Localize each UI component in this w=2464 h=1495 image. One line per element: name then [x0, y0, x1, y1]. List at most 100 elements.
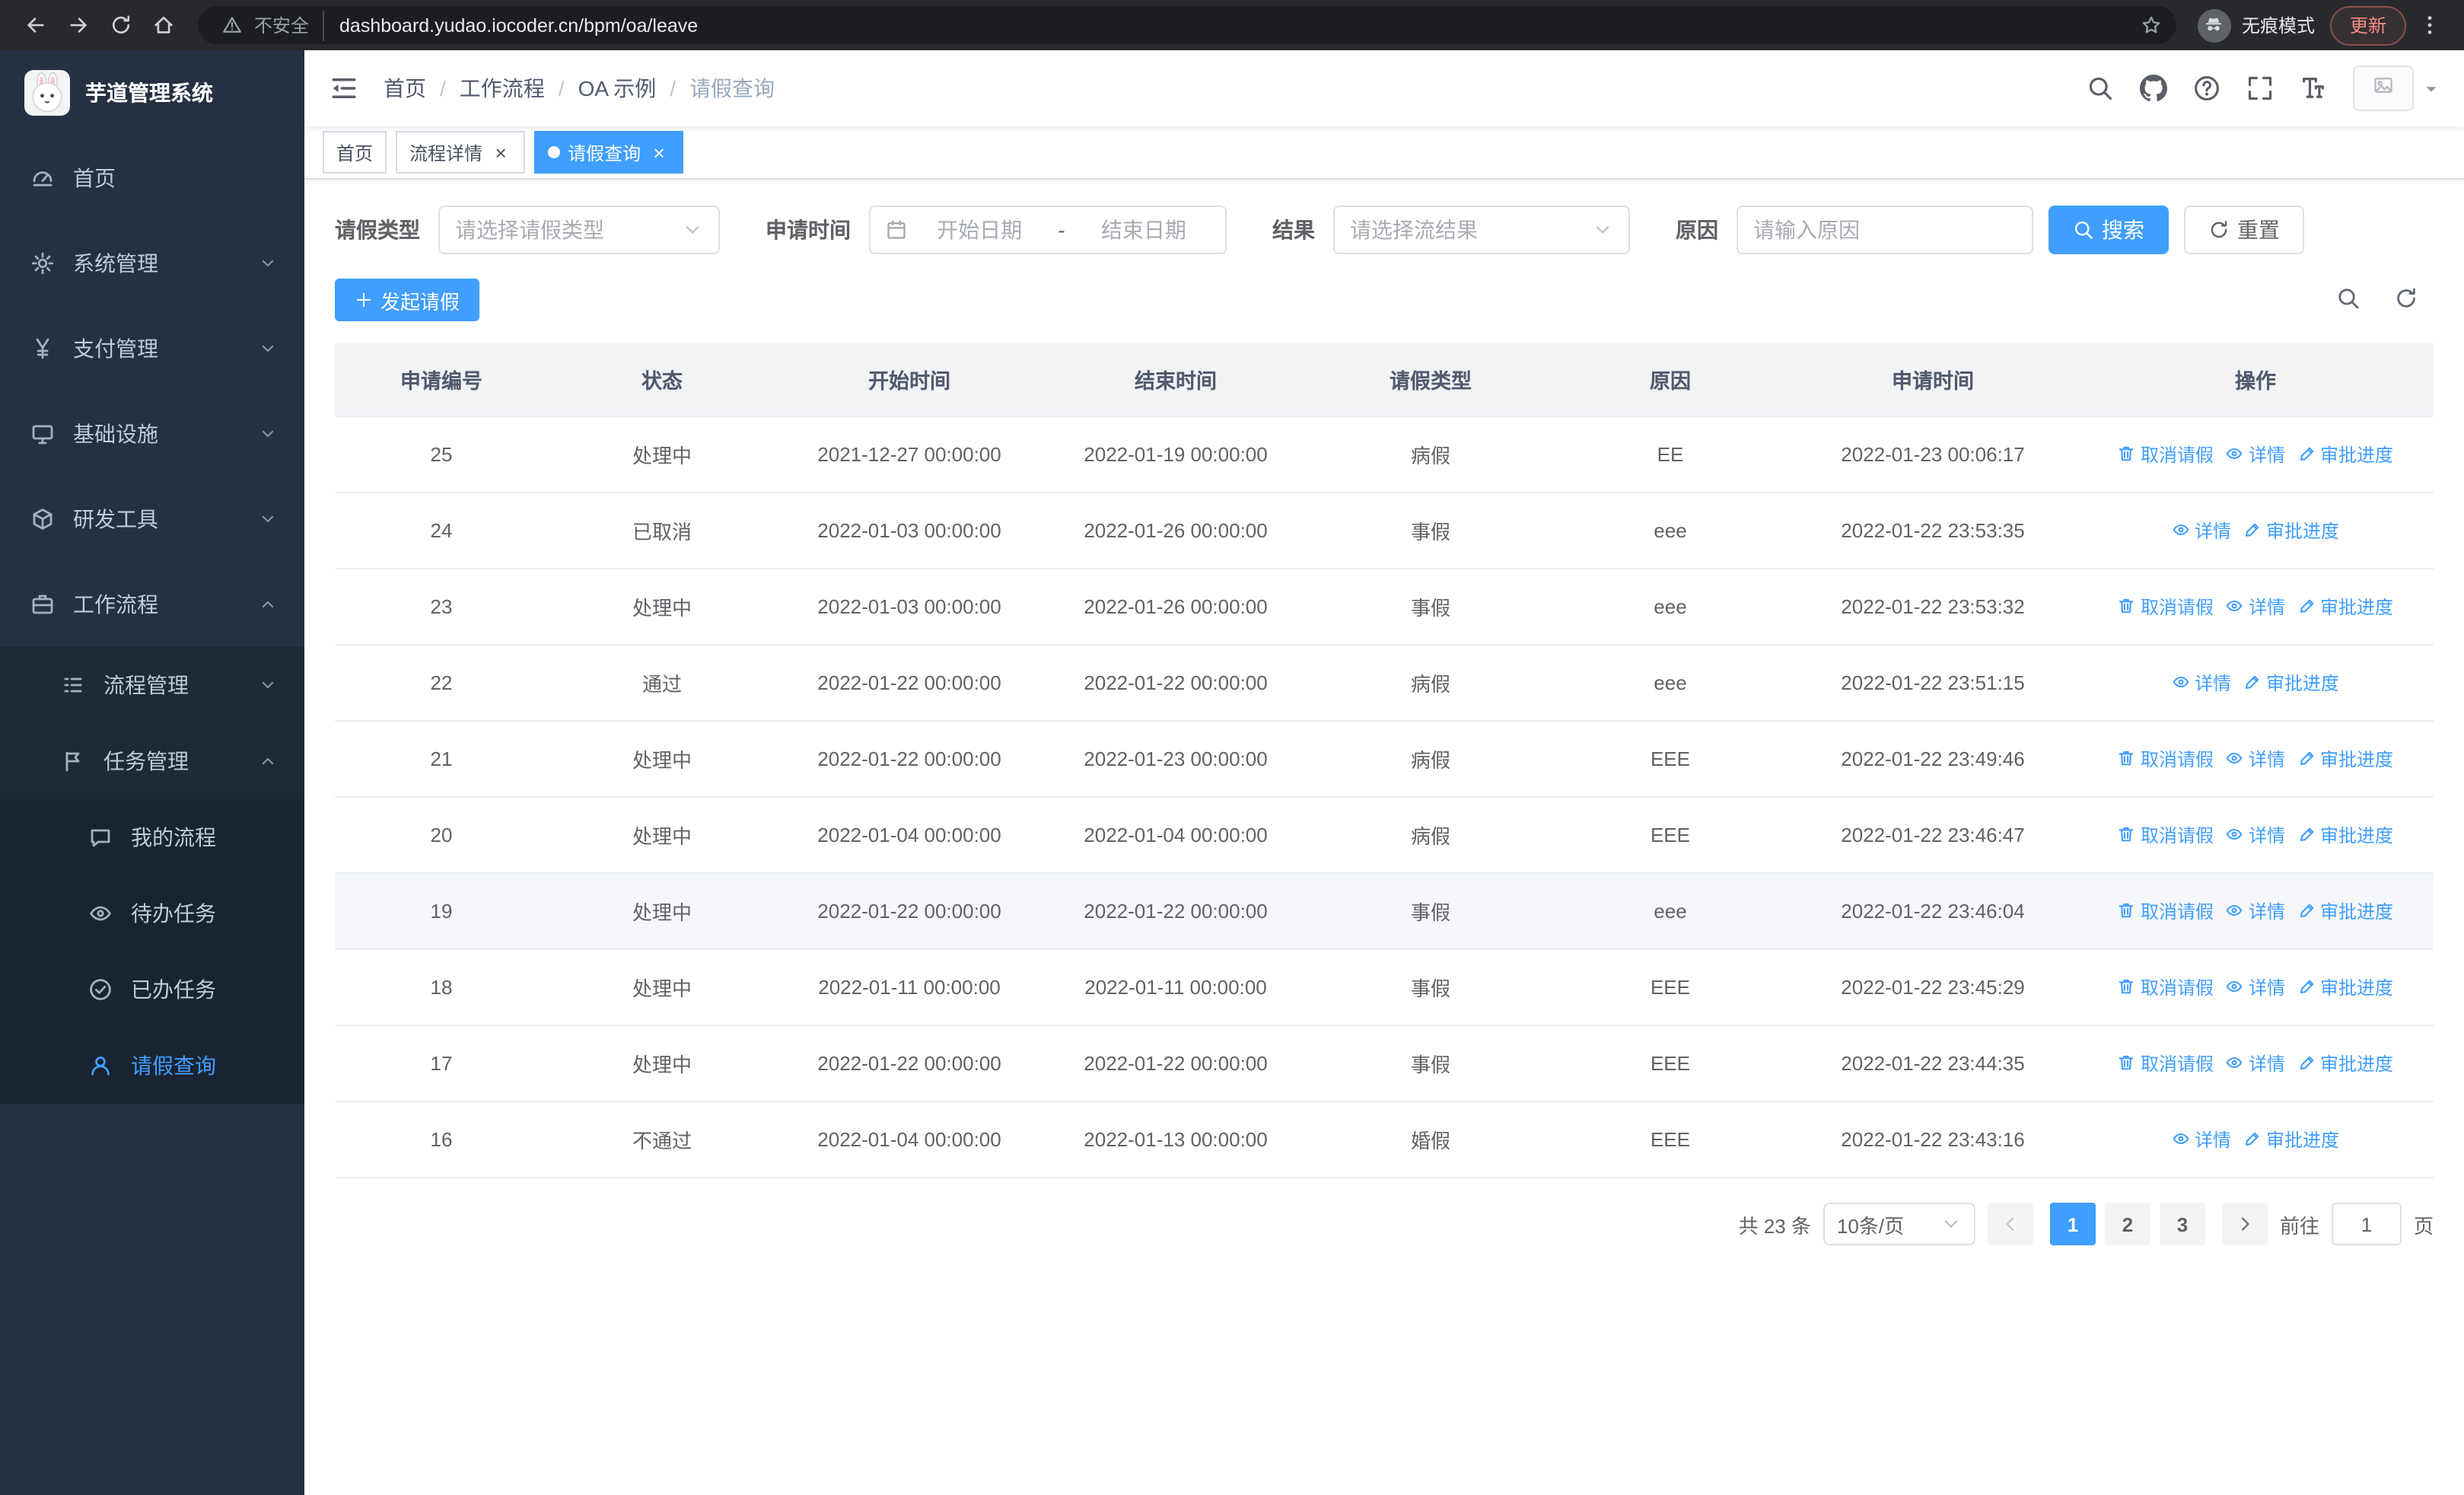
page-number-1[interactable]: 1 — [2049, 1203, 2096, 1245]
action-label: 审批进度 — [2320, 444, 2394, 466]
progress-link[interactable]: 审批进度 — [2243, 1127, 2339, 1152]
breadcrumb-item[interactable]: OA 示例 — [578, 73, 657, 104]
refresh-table-icon[interactable] — [2394, 286, 2421, 314]
fullscreen-icon[interactable] — [2246, 75, 2274, 102]
cancel-link[interactable]: 取消请假 — [2118, 822, 2214, 848]
tab-process-detail[interactable]: 流程详情 × — [396, 131, 526, 174]
update-button[interactable]: 更新 — [2329, 5, 2406, 45]
goto-page-input[interactable] — [2331, 1203, 2402, 1245]
bookmark-star-icon[interactable] — [2137, 10, 2167, 40]
toggle-search-icon[interactable] — [2336, 286, 2364, 314]
github-icon[interactable] — [2140, 75, 2167, 102]
detail-link[interactable]: 详情 — [2226, 746, 2285, 772]
incognito-badge: 无痕模式 — [2197, 8, 2315, 42]
cancel-link[interactable]: 取消请假 — [2118, 974, 2214, 1000]
cancel-link[interactable]: 取消请假 — [2118, 594, 2214, 620]
breadcrumb-item[interactable]: 首页 — [384, 73, 426, 104]
sidebar-item-payment-management[interactable]: 支付管理 — [0, 306, 304, 391]
sidebar-item-my-process[interactable]: 我的流程 — [0, 799, 304, 875]
table-column-header: 状态 — [548, 343, 776, 417]
sidebar-item-process-management[interactable]: 流程管理 — [0, 647, 304, 723]
progress-link[interactable]: 审批进度 — [2297, 441, 2393, 467]
detail-link[interactable]: 详情 — [2226, 1050, 2285, 1076]
detail-link[interactable]: 详情 — [2226, 594, 2285, 620]
forward-icon[interactable] — [58, 5, 97, 45]
detail-link[interactable]: 详情 — [2226, 898, 2285, 924]
progress-link[interactable]: 审批进度 — [2243, 518, 2339, 543]
result-select[interactable]: 请选择流结果 — [1333, 206, 1630, 254]
reset-button[interactable]: 重置 — [2184, 206, 2304, 254]
table-column-header: 结束时间 — [1043, 343, 1309, 417]
leave-type-select[interactable]: 请选择请假类型 — [438, 206, 720, 254]
tab-close-icon[interactable]: × — [648, 142, 670, 163]
detail-link[interactable]: 详情 — [2226, 822, 2285, 848]
reason-input[interactable]: 请输入原因 — [1737, 206, 2033, 254]
sidebar-item-dev-tools[interactable]: 研发工具 — [0, 477, 304, 562]
progress-link[interactable]: 审批进度 — [2297, 594, 2393, 620]
cell-reason: EEE — [1552, 1101, 1788, 1178]
progress-link[interactable]: 审批进度 — [2243, 670, 2339, 696]
tab-home[interactable]: 首页 — [323, 131, 387, 174]
next-page-button[interactable] — [2221, 1203, 2268, 1245]
action-label: 审批进度 — [2320, 596, 2394, 618]
prev-page-button[interactable] — [1987, 1203, 2033, 1245]
reload-icon[interactable] — [100, 5, 140, 45]
delete-icon — [2118, 445, 2136, 464]
tab-label: 流程详情 — [409, 142, 483, 164]
back-icon[interactable] — [15, 5, 55, 45]
security-indicator[interactable]: 不安全 — [216, 10, 325, 40]
progress-link[interactable]: 审批进度 — [2297, 1050, 2393, 1076]
sidebar-item-infrastructure[interactable]: 基础设施 — [0, 391, 304, 477]
list-icon — [61, 673, 85, 697]
avatar — [2353, 65, 2414, 111]
app-logo[interactable]: 芋道管理系统 — [0, 50, 304, 135]
cancel-link[interactable]: 取消请假 — [2118, 898, 2214, 924]
sidebar-collapse-icon[interactable] — [329, 73, 359, 104]
page-size-select[interactable]: 10条/页 — [1823, 1203, 1975, 1245]
tab-close-icon[interactable]: × — [490, 142, 511, 163]
progress-link[interactable]: 审批进度 — [2297, 974, 2393, 1000]
font-size-icon[interactable] — [2300, 75, 2327, 102]
detail-link[interactable]: 详情 — [2226, 441, 2285, 467]
cell-apply-id: 19 — [335, 873, 548, 950]
sidebar-item-workflow[interactable]: 工作流程 — [0, 562, 304, 647]
cell-apply-time: 2022-01-22 23:43:16 — [1788, 1101, 2077, 1178]
apply-time-range-picker[interactable]: 开始日期 - 结束日期 — [869, 206, 1227, 254]
header-search-icon[interactable] — [2087, 75, 2114, 102]
url-bar[interactable]: 不安全 dashboard.yudao.iocoder.cn/bpm/oa/le… — [198, 6, 2176, 44]
sidebar-item-done-task[interactable]: 已办任务 — [0, 952, 304, 1028]
cell-status: 处理中 — [548, 949, 776, 1026]
page-number-2[interactable]: 2 — [2104, 1203, 2150, 1245]
help-icon[interactable] — [2193, 75, 2220, 102]
detail-link[interactable]: 详情 — [2172, 670, 2231, 696]
home-icon[interactable] — [143, 5, 183, 45]
tab-leave-query[interactable]: 请假查询 × — [534, 131, 684, 174]
sidebar-item-label: 工作流程 — [73, 592, 158, 617]
apply-time-label: 申请时间 — [766, 218, 851, 242]
cancel-link[interactable]: 取消请假 — [2118, 1050, 2214, 1076]
cancel-link[interactable]: 取消请假 — [2118, 441, 2214, 467]
browser-menu-icon[interactable] — [2409, 5, 2449, 45]
sidebar-item-system-management[interactable]: 系统管理 — [0, 221, 304, 306]
progress-link[interactable]: 审批进度 — [2297, 898, 2393, 924]
progress-link[interactable]: 审批进度 — [2297, 746, 2393, 772]
user-avatar-menu[interactable] — [2353, 65, 2440, 111]
sidebar-item-task-management[interactable]: 任务管理 — [0, 723, 304, 799]
plus-icon — [355, 291, 373, 309]
cell-start-time: 2022-01-04 00:00:00 — [776, 1101, 1043, 1178]
sidebar-item-leave-query[interactable]: 请假查询 — [0, 1028, 304, 1104]
page-number-3[interactable]: 3 — [2159, 1203, 2205, 1245]
detail-link[interactable]: 详情 — [2172, 1127, 2231, 1152]
create-leave-button[interactable]: 发起请假 — [335, 279, 480, 321]
detail-link[interactable]: 详情 — [2226, 974, 2285, 1000]
detail-link[interactable]: 详情 — [2172, 518, 2231, 543]
sidebar-item-home[interactable]: 首页 — [0, 135, 304, 221]
search-button[interactable]: 搜索 — [2049, 206, 2169, 254]
sidebar-item-label: 待办任务 — [131, 901, 216, 926]
cell-reason: eee — [1552, 569, 1788, 645]
cancel-link[interactable]: 取消请假 — [2118, 746, 2214, 772]
breadcrumb-item[interactable]: 工作流程 — [460, 73, 545, 104]
sidebar-item-todo-task[interactable]: 待办任务 — [0, 875, 304, 952]
progress-link[interactable]: 审批进度 — [2297, 822, 2393, 848]
eye-icon — [2226, 598, 2244, 616]
